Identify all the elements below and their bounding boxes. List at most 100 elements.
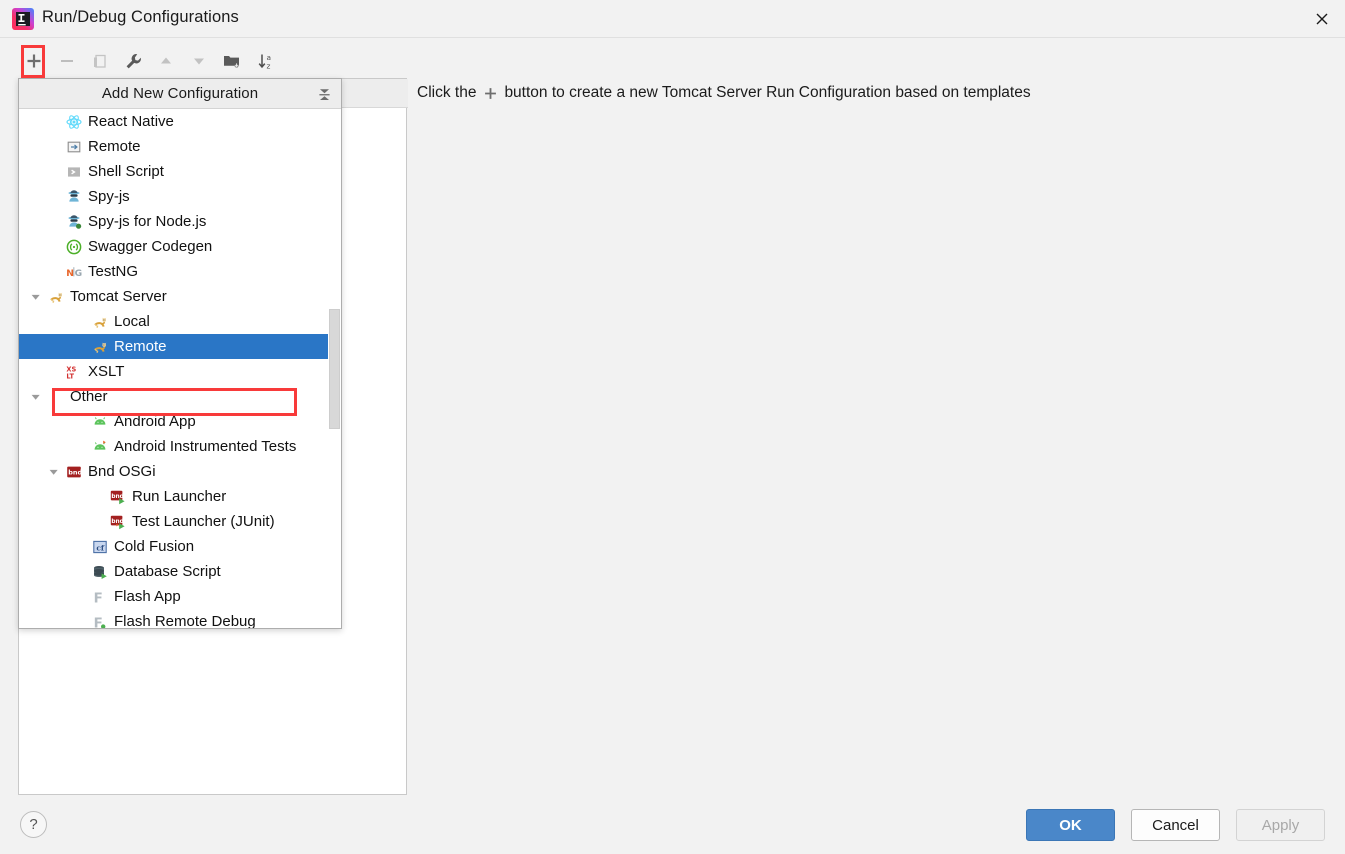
- configuration-type-item[interactable]: Local: [19, 309, 341, 334]
- no-icon: [45, 384, 67, 409]
- configuration-type-label: XSLT: [88, 363, 125, 380]
- move-up-button[interactable]: [150, 46, 182, 76]
- configuration-type-label: Run Launcher: [132, 488, 227, 505]
- tree-arrow-placeholder: [71, 434, 89, 459]
- configuration-type-label: Spy-js for Node.js: [88, 213, 207, 230]
- configuration-type-item[interactable]: Swagger Codegen: [19, 234, 341, 259]
- configuration-type-item[interactable]: F Flash App: [19, 584, 341, 609]
- tree-arrow-placeholder: [45, 109, 63, 134]
- apply-button[interactable]: Apply: [1236, 809, 1325, 841]
- move-down-button[interactable]: [183, 46, 215, 76]
- configuration-type-item[interactable]: Android Instrumented Tests: [19, 434, 341, 459]
- tree-arrow-placeholder: [71, 559, 89, 584]
- configuration-type-item[interactable]: F Flash Remote Debug: [19, 609, 341, 628]
- configuration-type-item[interactable]: Spy-js for Node.js: [19, 209, 341, 234]
- sort-configurations-button[interactable]: a z: [249, 46, 281, 76]
- database-script-icon: [89, 559, 111, 584]
- cancel-button[interactable]: Cancel: [1131, 809, 1220, 841]
- popup-scrollbar[interactable]: [328, 110, 341, 628]
- svg-text:cf: cf: [96, 543, 105, 552]
- sort-az-icon: a z: [258, 53, 271, 70]
- tree-arrow-placeholder: [71, 534, 89, 559]
- folder-plus-icon: [224, 56, 239, 68]
- chevron-down-icon[interactable]: [27, 384, 45, 409]
- configuration-type-item[interactable]: Android App: [19, 409, 341, 434]
- dialog-title: Run/Debug Configurations: [42, 8, 239, 26]
- tree-arrow-placeholder: [45, 259, 63, 284]
- copy-configuration-button[interactable]: [84, 46, 116, 76]
- remove-configuration-button[interactable]: [51, 46, 83, 76]
- run-debug-configurations-dialog: Run/Debug Configurations a z Click the b…: [0, 0, 1345, 854]
- configuration-type-label: Swagger Codegen: [88, 238, 213, 255]
- tree-arrow-placeholder: [71, 334, 89, 359]
- configuration-type-item[interactable]: N G TestNG: [19, 259, 341, 284]
- tree-arrow-placeholder: [45, 234, 63, 259]
- spy-js-icon: [63, 184, 85, 209]
- configuration-type-label: Shell Script: [88, 163, 164, 180]
- configuration-type-item[interactable]: cf Cold Fusion: [19, 534, 341, 559]
- cold-fusion-icon: cf: [89, 534, 111, 559]
- tree-arrow-placeholder: [45, 159, 63, 184]
- intellij-idea-logo-icon: [11, 7, 35, 31]
- android-icon: [89, 409, 111, 434]
- configuration-type-label: Spy-js: [88, 188, 130, 205]
- configuration-type-label: Android Instrumented Tests: [114, 438, 297, 455]
- configuration-type-label: Android App: [114, 413, 196, 430]
- configuration-type-item[interactable]: React Native: [19, 109, 341, 134]
- configuration-type-item[interactable]: Database Script: [19, 559, 341, 584]
- configuration-type-item[interactable]: Remote: [19, 134, 341, 159]
- new-folder-button[interactable]: [216, 46, 248, 76]
- configuration-type-item[interactable]: XS LT XSLT: [19, 359, 341, 384]
- tree-arrow-placeholder: [89, 509, 107, 534]
- chevron-down-icon[interactable]: [45, 459, 63, 484]
- configuration-type-item[interactable]: Other: [19, 384, 341, 409]
- configuration-type-item[interactable]: Spy-js: [19, 184, 341, 209]
- collapse-all-icon[interactable]: [314, 84, 334, 104]
- help-button[interactable]: ?: [20, 811, 47, 838]
- minus-icon: [61, 60, 73, 62]
- add-configuration-button[interactable]: [18, 46, 50, 76]
- react-native-icon: [63, 109, 85, 134]
- svg-text:N: N: [66, 268, 74, 279]
- svg-text:bnd: bnd: [68, 468, 82, 476]
- chevron-down-icon[interactable]: [27, 284, 45, 309]
- wrench-icon: [126, 53, 141, 68]
- configuration-type-item[interactable]: Tomcat Server: [19, 284, 341, 309]
- svg-text:LT: LT: [66, 372, 74, 380]
- tomcat-icon: [89, 309, 111, 334]
- swagger-icon: [63, 234, 85, 259]
- svg-text:bnd: bnd: [111, 493, 123, 499]
- android-tests-icon: [89, 434, 111, 459]
- flash-app-icon: F: [89, 584, 111, 609]
- configuration-type-label: Flash Remote Debug: [114, 613, 256, 628]
- hint-suffix: button to create a new Tomcat Server Run…: [504, 84, 1031, 101]
- tree-arrow-placeholder: [45, 184, 63, 209]
- configuration-type-label: Other: [70, 388, 108, 405]
- edit-templates-button[interactable]: [117, 46, 149, 76]
- xslt-icon: XS LT: [63, 359, 85, 384]
- tree-arrow-placeholder: [45, 134, 63, 159]
- configuration-hint-text: Click the button to create a new Tomcat …: [417, 84, 1031, 102]
- tomcat-icon: [45, 284, 67, 309]
- configuration-type-label: TestNG: [88, 263, 139, 280]
- configuration-type-item[interactable]: bnd Test Launcher (JUnit): [19, 509, 341, 534]
- configuration-type-item[interactable]: Remote: [19, 334, 341, 359]
- configuration-type-list[interactable]: React Native Remote Shell Script Spy-js Spy-…: [19, 109, 341, 628]
- bnd-run-icon: bnd: [107, 484, 129, 509]
- configuration-type-item[interactable]: bnd Run Launcher: [19, 484, 341, 509]
- tree-arrow-placeholder: [45, 209, 63, 234]
- configuration-type-item[interactable]: bnd Bnd OSGi: [19, 459, 341, 484]
- close-icon[interactable]: [1299, 0, 1345, 38]
- copy-icon: [94, 54, 106, 68]
- configuration-type-label: Tomcat Server: [70, 288, 167, 305]
- popup-title: Add New Configuration: [101, 85, 259, 102]
- configuration-type-label: Bnd OSGi: [88, 463, 156, 480]
- configuration-type-label: Database Script: [114, 563, 221, 580]
- plus-icon: [480, 84, 500, 102]
- ok-button[interactable]: OK: [1026, 809, 1115, 841]
- configuration-type-label: Flash App: [114, 588, 181, 605]
- svg-text:z: z: [266, 61, 270, 70]
- popup-scrollbar-thumb[interactable]: [329, 309, 340, 429]
- configuration-type-item[interactable]: Shell Script: [19, 159, 341, 184]
- hint-prefix: Click the: [417, 84, 477, 101]
